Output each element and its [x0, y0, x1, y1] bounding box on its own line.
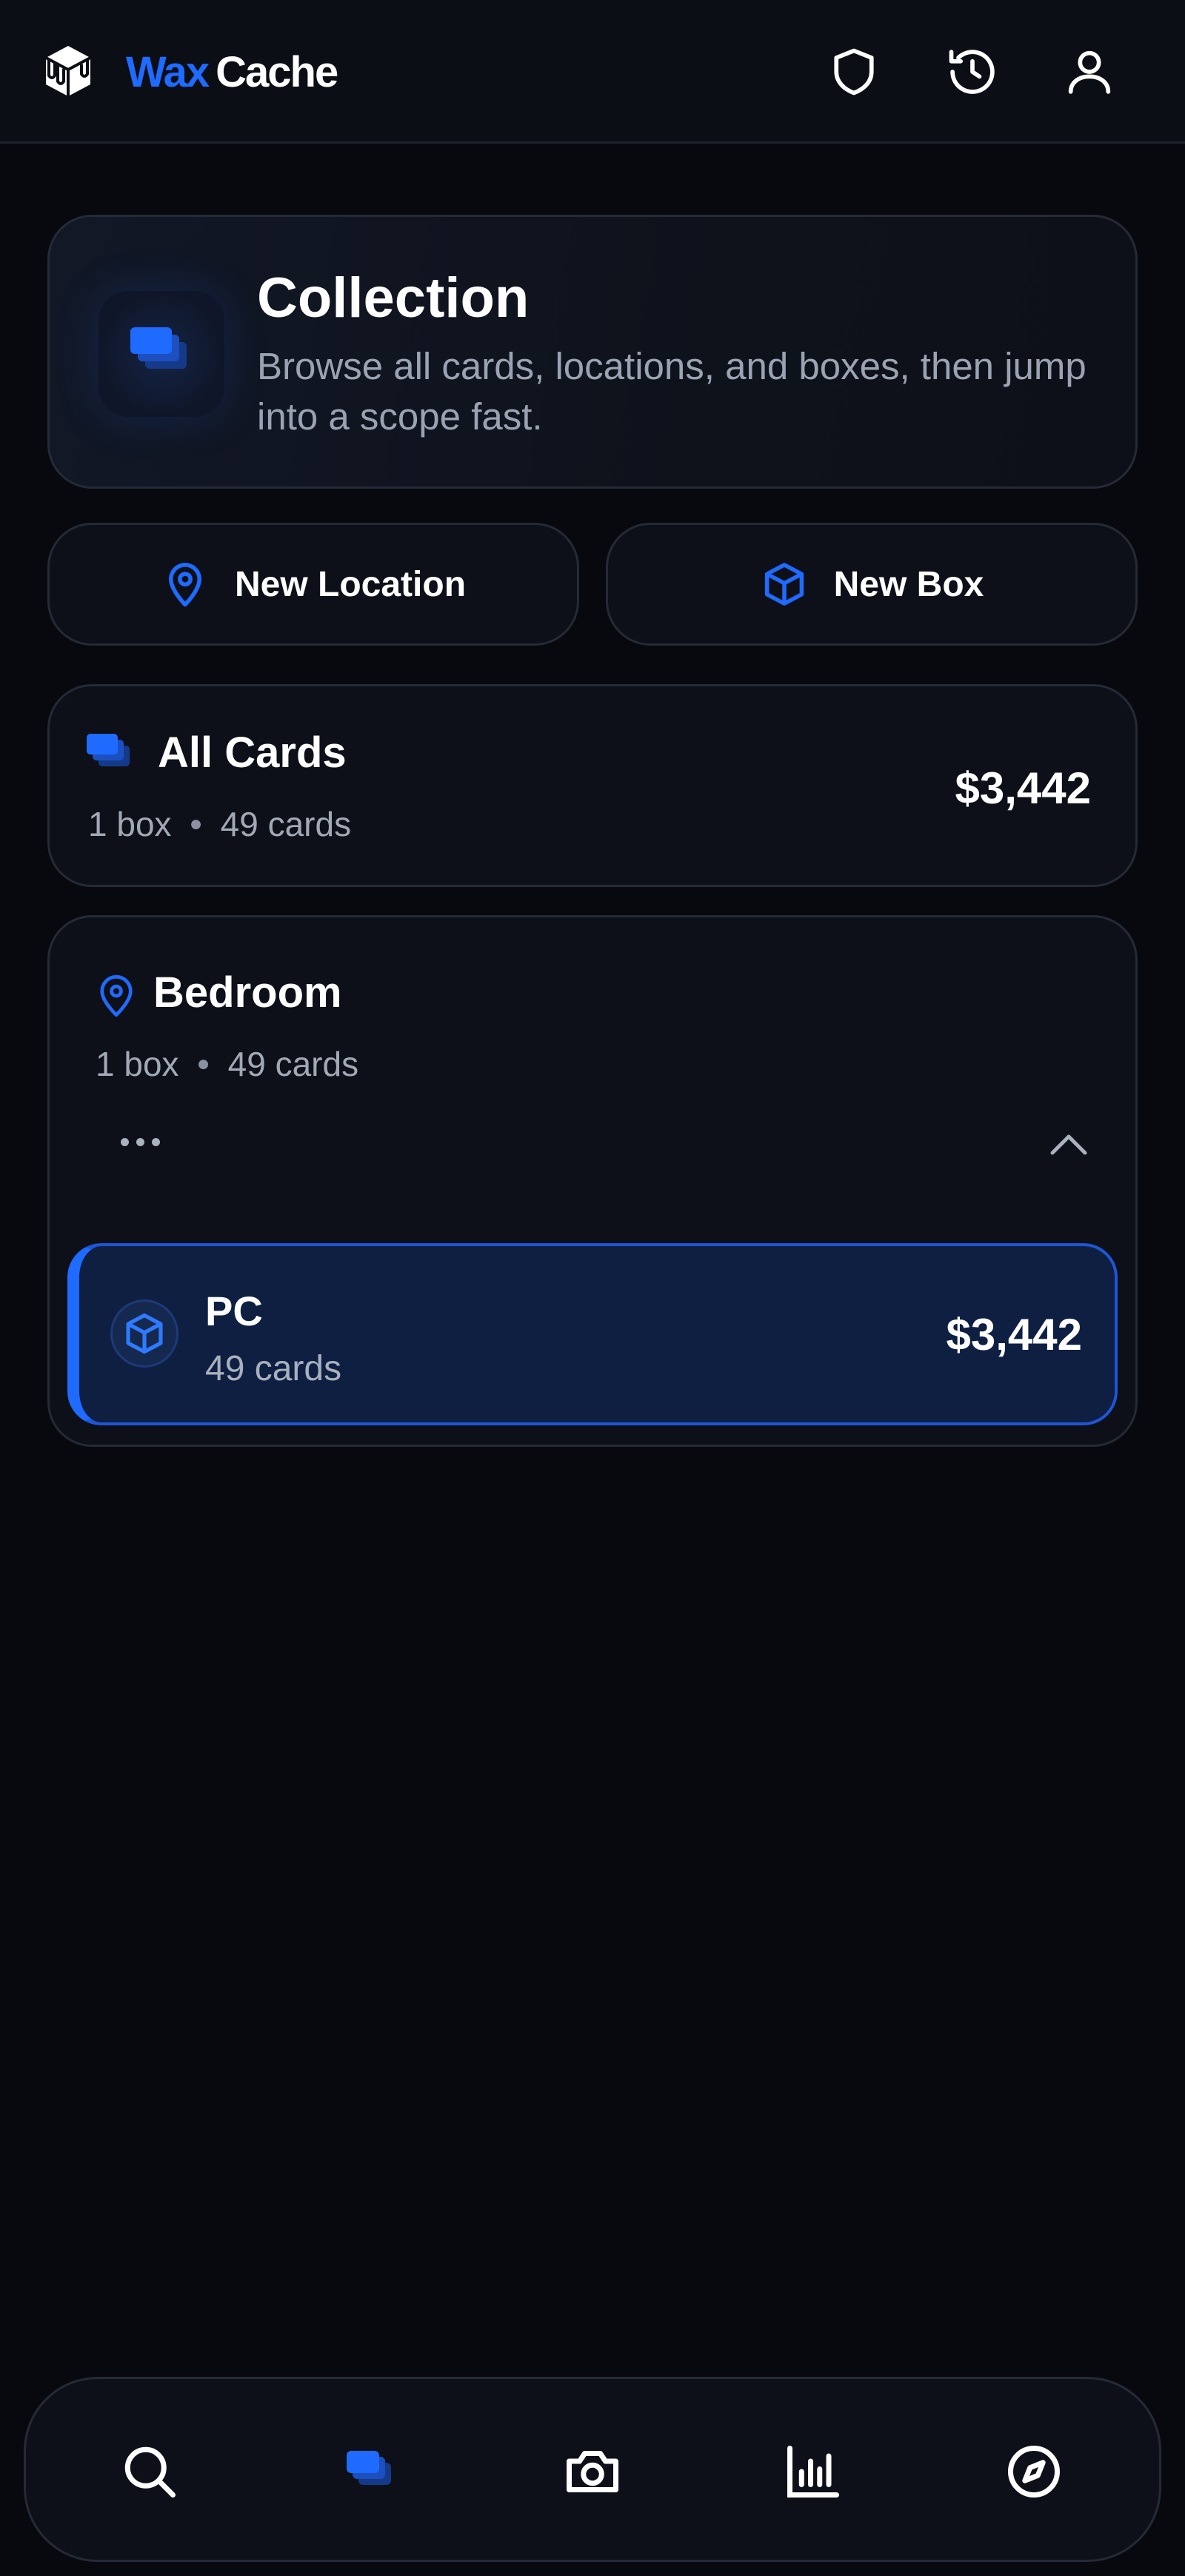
new-location-label: New Location: [234, 564, 467, 604]
brand-word-wax: Wax: [126, 48, 210, 96]
wax-cube-logo-icon: [41, 43, 95, 99]
collection-icon: [99, 291, 224, 417]
collection-hero-card: Collection Browse all cards, locations, …: [47, 215, 1138, 489]
location-card: Bedroom 1 box ● 49 cards PC 49 cards $3,…: [47, 915, 1138, 1447]
chart-icon[interactable]: [772, 2431, 854, 2512]
box-row[interactable]: PC 49 cards $3,442: [67, 1243, 1118, 1425]
cards-stack-icon: [87, 734, 130, 766]
page-subtitle: Browse all cards, locations, and boxes, …: [257, 345, 1086, 438]
all-cards-title: All Cards: [158, 729, 347, 777]
shield-icon[interactable]: [822, 40, 886, 104]
user-icon[interactable]: [1058, 40, 1121, 104]
map-pin-icon: [168, 563, 201, 607]
box-icon: [764, 563, 804, 606]
card-count: 49 cards: [220, 805, 352, 843]
location-meta: 1 box ● 49 cards: [96, 1042, 358, 1086]
search-icon[interactable]: [109, 2431, 190, 2512]
new-box-button[interactable]: New Box: [606, 523, 1138, 646]
separator-dot: ●: [189, 812, 203, 836]
card-count: 49 cards: [227, 1045, 359, 1083]
compass-icon[interactable]: [993, 2431, 1075, 2512]
camera-icon[interactable]: [552, 2431, 633, 2512]
box-value: $3,442: [946, 1310, 1082, 1359]
box-count: 1 box: [88, 805, 172, 843]
history-icon[interactable]: [941, 40, 1004, 104]
box-count: 1 box: [96, 1045, 179, 1083]
box-icon: [110, 1299, 178, 1368]
all-cards-value: $3,442: [955, 763, 1091, 813]
box-name: PC: [205, 1288, 263, 1334]
box-card-count: 49 cards: [205, 1349, 342, 1388]
more-options-icon[interactable]: [121, 1138, 160, 1146]
brand-word-cache: Cache: [216, 48, 338, 96]
map-pin-icon: [100, 975, 133, 1017]
separator-dot: ●: [196, 1051, 210, 1076]
all-cards-meta: 1 box ● 49 cards: [88, 802, 351, 846]
chevron-up-icon[interactable]: [1047, 1125, 1091, 1162]
new-location-button[interactable]: New Location: [47, 523, 579, 646]
top-bar: Wax Cache: [0, 0, 1185, 144]
all-cards-scope[interactable]: All Cards 1 box ● 49 cards $3,442: [47, 684, 1138, 887]
collection-icon[interactable]: [330, 2431, 411, 2512]
page-title: Collection: [257, 267, 530, 329]
new-box-label: New Box: [833, 564, 984, 604]
location-name[interactable]: Bedroom: [153, 966, 342, 1020]
bottom-navigation: [24, 2377, 1161, 2562]
brand-name[interactable]: Wax Cache: [126, 44, 338, 101]
